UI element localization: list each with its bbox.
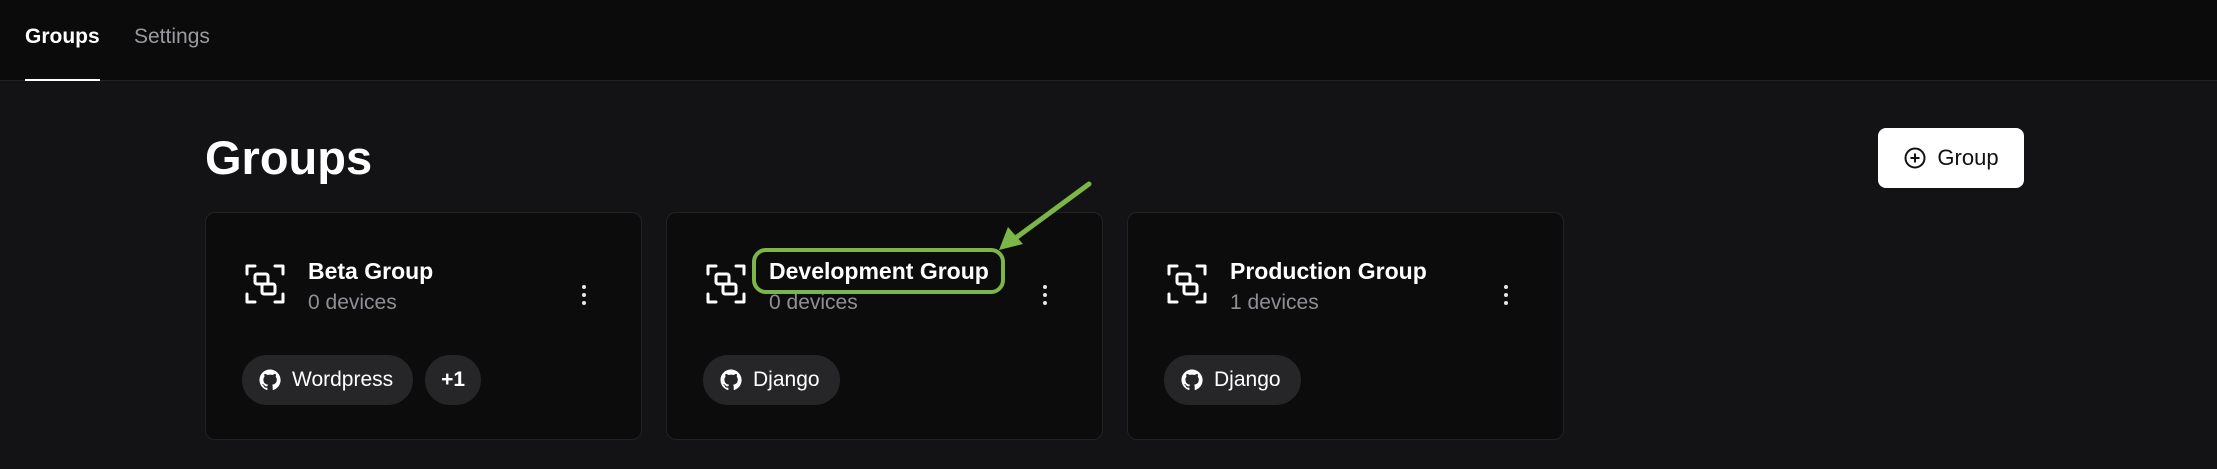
tag-chip[interactable]: Wordpress xyxy=(242,355,414,405)
top-nav: Groups Settings xyxy=(0,0,2217,81)
more-tags-count: +1 xyxy=(441,368,466,391)
more-options-icon[interactable] xyxy=(1038,281,1052,309)
group-name[interactable]: Beta Group xyxy=(308,257,433,285)
tag-label: Wordpress xyxy=(292,368,394,391)
github-icon xyxy=(1181,369,1203,391)
github-icon xyxy=(259,369,281,391)
more-options-icon[interactable] xyxy=(577,281,591,309)
tag-chip[interactable]: Django xyxy=(703,355,840,405)
plus-circle-icon xyxy=(1904,147,1926,169)
group-icon xyxy=(706,264,746,304)
tag-list: Django xyxy=(1164,355,1301,405)
github-icon xyxy=(720,369,742,391)
add-group-button[interactable]: Group xyxy=(1878,128,2024,188)
device-count: 0 devices xyxy=(308,291,397,314)
group-icon xyxy=(1167,264,1207,304)
group-card-beta[interactable]: Beta Group 0 devices Wordpress +1 xyxy=(205,212,642,440)
add-group-label: Group xyxy=(1937,145,1999,170)
tab-settings[interactable]: Settings xyxy=(134,24,210,81)
group-icon xyxy=(245,264,285,304)
group-card-production[interactable]: Production Group 1 devices Django xyxy=(1127,212,1564,440)
more-options-icon[interactable] xyxy=(1499,281,1513,309)
more-tags-chip[interactable]: +1 xyxy=(425,355,482,405)
device-count: 0 devices xyxy=(769,291,858,314)
tag-label: Django xyxy=(1214,368,1281,391)
tab-groups[interactable]: Groups xyxy=(25,24,100,81)
group-name[interactable]: Production Group xyxy=(1230,257,1427,285)
tag-list: Django xyxy=(703,355,840,405)
annotation-arrow-icon xyxy=(999,181,1092,250)
tag-label: Django xyxy=(753,368,820,391)
device-count: 1 devices xyxy=(1230,291,1319,314)
page-title: Groups xyxy=(205,131,373,184)
tag-list: Wordpress +1 xyxy=(242,355,482,405)
tag-chip[interactable]: Django xyxy=(1164,355,1301,405)
group-name[interactable]: Development Group xyxy=(769,257,989,285)
